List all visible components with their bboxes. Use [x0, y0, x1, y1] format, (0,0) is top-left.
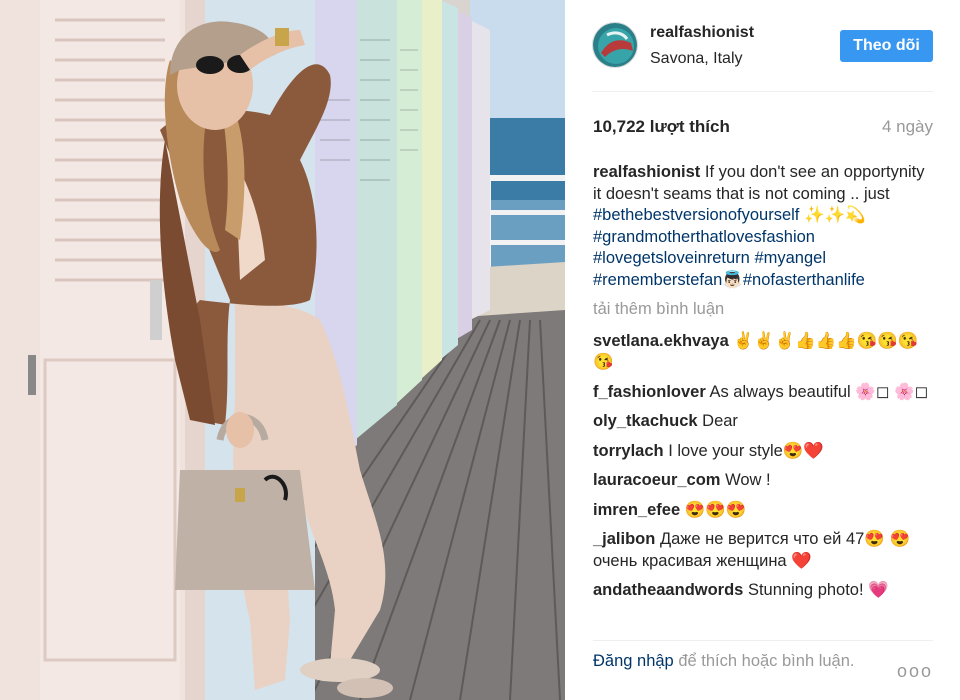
comments-list: realfashionist If you don't see an oppor…	[593, 162, 933, 628]
comment-text: Stunning photo! 💗	[747, 581, 889, 599]
beach-cabins-woman-photo	[0, 0, 565, 700]
likes-row: 10,722 lượt thích 4 ngày	[593, 117, 933, 141]
comment-text: Dear	[702, 412, 738, 430]
hashtag[interactable]: #nofasterthanlife	[743, 271, 865, 289]
divider	[593, 640, 933, 641]
post-details-panel: realfashionist Savona, Italy Theo dõi 10…	[565, 0, 960, 700]
post-location[interactable]: Savona, Italy	[650, 50, 743, 68]
comment-username[interactable]: _jalibon	[593, 530, 655, 548]
caption-emoji: ✨✨💫	[803, 206, 866, 224]
comment-username[interactable]: f_fashionlover	[593, 383, 706, 401]
caption-emoji: 👼🏻	[722, 270, 743, 289]
login-prompt: Đăng nhập để thích hoặc bình luận. ooo	[593, 650, 933, 694]
comment-username[interactable]: torrylach	[593, 442, 664, 460]
post-header: realfashionist Savona, Italy Theo dõi	[592, 18, 933, 92]
post-author-username[interactable]: realfashionist	[650, 24, 754, 42]
hashtag[interactable]: #myangel	[754, 249, 826, 267]
comment: svetlana.ekhvaya ✌️✌️✌️👍👍👍😘😘😘😘	[593, 331, 933, 374]
comment-username[interactable]: lauracoeur_com	[593, 471, 720, 489]
more-options-icon[interactable]: ooo	[897, 660, 933, 682]
avatar-image	[593, 23, 637, 67]
comment-username[interactable]: andatheaandwords	[593, 581, 743, 599]
comment-text: As always beautiful 🌸◻ 🌸◻	[709, 382, 929, 401]
comment-text: Wow !	[725, 471, 771, 489]
follow-button[interactable]: Theo dõi	[840, 30, 933, 62]
comment: lauracoeur_com Wow !	[593, 470, 933, 492]
comment: torrylach I love your style😍❤️	[593, 441, 933, 463]
likes-count[interactable]: 10,722 lượt thích	[593, 117, 730, 137]
caption-username[interactable]: realfashionist	[593, 163, 700, 181]
comment: oly_tkachuck Dear	[593, 411, 933, 433]
comment-username[interactable]: imren_efee	[593, 501, 680, 519]
comment-text: I love your style😍❤️	[668, 441, 824, 460]
hashtag[interactable]: #lovegetsloveinreturn	[593, 249, 750, 267]
comment: f_fashionlover As always beautiful 🌸◻ 🌸◻	[593, 382, 933, 404]
comment-username[interactable]: oly_tkachuck	[593, 412, 698, 430]
post-timestamp[interactable]: 4 ngày	[882, 117, 933, 137]
comment-text: 😍😍😍	[684, 500, 747, 519]
comment: imren_efee 😍😍😍	[593, 500, 933, 522]
hashtag[interactable]: #bethebestversionofyourself	[593, 206, 799, 224]
user-avatar[interactable]	[592, 22, 638, 68]
comment: andatheaandwords Stunning photo! 💗	[593, 580, 933, 602]
caption: realfashionist If you don't see an oppor…	[593, 162, 933, 291]
comment-username[interactable]: svetlana.ekhvaya	[593, 332, 729, 350]
comment: _jalibon Даже не верится что ей 47😍 😍 оч…	[593, 529, 933, 572]
load-more-comments-link[interactable]: tải thêm bình luận	[593, 299, 933, 321]
hashtag[interactable]: #rememberstefan	[593, 271, 722, 289]
login-link[interactable]: Đăng nhập	[593, 652, 674, 670]
hashtag[interactable]: #grandmotherthatlovesfashion	[593, 228, 815, 246]
post-photo[interactable]	[0, 0, 565, 700]
login-prompt-text: để thích hoặc bình luận.	[678, 652, 855, 670]
